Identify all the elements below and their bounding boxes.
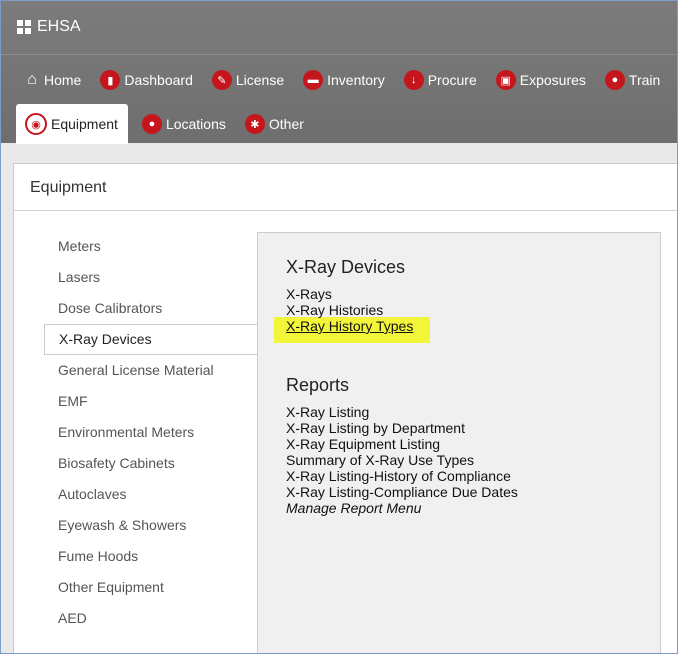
sidebar-item-emf[interactable]: EMF	[44, 386, 258, 417]
nav-home[interactable]: ⌂ Home	[19, 65, 86, 95]
equipment-panel: Equipment Meters Lasers Dose Calibrators…	[13, 163, 677, 653]
sidebar-item-environmental-meters[interactable]: Environmental Meters	[44, 417, 258, 448]
nav-equipment[interactable]: ◉ Equipment	[16, 104, 128, 144]
nav-label: Equipment	[51, 116, 118, 132]
link-summary-x-ray-use-types[interactable]: Summary of X-Ray Use Types	[286, 452, 518, 468]
sidebar-item-meters[interactable]: Meters	[44, 231, 258, 262]
nav-divider	[1, 54, 677, 55]
grid-logo-icon	[17, 20, 31, 34]
brand-name: EHSA	[37, 18, 81, 35]
wrench-icon: ✎	[211, 70, 232, 90]
main-nav-row-2: ◉ Equipment ● Locations ✱ Other	[16, 104, 318, 144]
reports-section-title: Reports	[286, 375, 350, 395]
nav-label: Home	[44, 72, 82, 88]
gauge-icon: ◉	[25, 113, 47, 135]
link-x-rays[interactable]: X-Rays	[286, 286, 413, 302]
sidebar-item-general-license-material[interactable]: General License Material	[44, 355, 258, 386]
nav-exposures[interactable]: ▣ Exposures	[491, 65, 591, 95]
nav-other[interactable]: ✱ Other	[240, 109, 309, 139]
nav-label: Procure	[427, 72, 477, 88]
panel-divider	[14, 210, 677, 211]
brand[interactable]: EHSA	[17, 18, 81, 36]
devices-section-title: X-Ray Devices	[286, 257, 406, 277]
nav-label: Exposures	[519, 72, 586, 88]
equipment-sidebar: Meters Lasers Dose Calibrators X-Ray Dev…	[44, 231, 258, 634]
link-x-ray-listing[interactable]: X-Ray Listing	[286, 404, 518, 420]
sidebar-item-aed[interactable]: AED	[44, 603, 258, 634]
bar-chart-icon: ▮	[100, 70, 121, 90]
nav-license[interactable]: ✎ License	[207, 65, 289, 95]
nav-label: Other	[268, 116, 304, 132]
car-icon: ▬	[303, 70, 324, 90]
sidebar-item-autoclaves[interactable]: Autoclaves	[44, 479, 258, 510]
link-x-ray-listing-compliance-due-dates[interactable]: X-Ray Listing-Compliance Due Dates	[286, 484, 518, 500]
nav-label: Train	[628, 72, 661, 88]
content-area: X-Ray Devices X-Rays X-Ray Histories X-R…	[257, 232, 661, 653]
nav-inventory[interactable]: ▬ Inventory	[298, 65, 390, 95]
sidebar-item-eyewash-showers[interactable]: Eyewash & Showers	[44, 510, 258, 541]
nav-label: Dashboard	[124, 72, 193, 88]
sidebar-item-lasers[interactable]: Lasers	[44, 262, 258, 293]
nav-dashboard[interactable]: ▮ Dashboard	[95, 65, 198, 95]
main-nav-row-1: ⌂ Home ▮ Dashboard ✎ License ▬ Inventory…	[19, 65, 674, 95]
top-navigation-bar: EHSA ⌂ Home ▮ Dashboard ✎ License ▬ Inve…	[1, 1, 677, 144]
nav-procure[interactable]: ↓ Procure	[399, 65, 482, 95]
nav-train[interactable]: ● Train	[600, 65, 665, 95]
sidebar-item-other-equipment[interactable]: Other Equipment	[44, 572, 258, 603]
home-icon: ⌂	[27, 71, 37, 88]
nav-label: Locations	[165, 116, 226, 132]
link-x-ray-equipment-listing[interactable]: X-Ray Equipment Listing	[286, 436, 518, 452]
link-manage-report-menu[interactable]: Manage Report Menu	[286, 500, 518, 516]
nav-label: Inventory	[327, 72, 385, 88]
arrow-down-icon: ↓	[403, 70, 424, 90]
link-x-ray-history-types[interactable]: X-Ray History Types	[286, 318, 413, 334]
sidebar-item-biosafety-cabinets[interactable]: Biosafety Cabinets	[44, 448, 258, 479]
nav-locations[interactable]: ● Locations	[137, 109, 231, 139]
sidebar-item-fume-hoods[interactable]: Fume Hoods	[44, 541, 258, 572]
nav-label: License	[235, 72, 285, 88]
person-icon: ●	[604, 70, 625, 90]
panel-title: Equipment	[30, 179, 107, 196]
app-window: EHSA ⌂ Home ▮ Dashboard ✎ License ▬ Inve…	[0, 0, 678, 654]
clipboard-icon: ▣	[495, 70, 516, 90]
sidebar-item-x-ray-devices[interactable]: X-Ray Devices	[44, 324, 258, 355]
link-x-ray-listing-history-compliance[interactable]: X-Ray Listing-History of Compliance	[286, 468, 518, 484]
sidebar-item-dose-calibrators[interactable]: Dose Calibrators	[44, 293, 258, 324]
link-x-ray-histories[interactable]: X-Ray Histories	[286, 302, 413, 318]
reports-links: X-Ray Listing X-Ray Listing by Departmen…	[286, 404, 518, 516]
map-marker-icon: ●	[141, 114, 162, 134]
devices-links: X-Rays X-Ray Histories X-Ray History Typ…	[286, 286, 413, 334]
link-x-ray-listing-by-department[interactable]: X-Ray Listing by Department	[286, 420, 518, 436]
asterisk-icon: ✱	[244, 114, 265, 134]
